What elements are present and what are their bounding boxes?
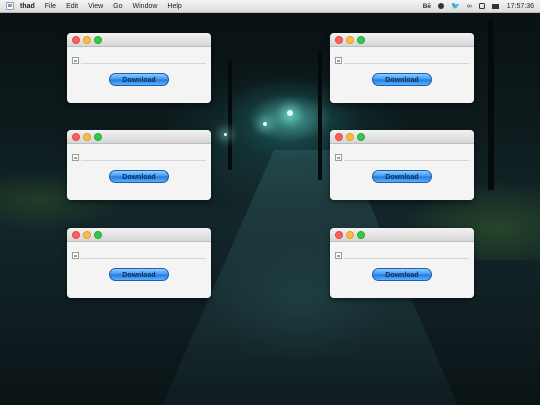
wallpaper-tree — [488, 20, 494, 190]
window-titlebar[interactable] — [330, 33, 474, 47]
menu-view[interactable]: View — [88, 3, 103, 10]
maximize-window-button[interactable] — [357, 132, 365, 141]
broken-image-icon — [72, 57, 79, 64]
download-button[interactable]: Download — [109, 73, 169, 86]
broken-image-icon — [72, 252, 79, 259]
window-titlebar[interactable] — [67, 228, 211, 242]
download-button[interactable]: Download — [372, 170, 432, 183]
apple-menu-icon[interactable] — [6, 2, 14, 10]
menu-edit[interactable]: Edit — [66, 3, 78, 10]
download-window: Download — [67, 33, 211, 103]
wallpaper-streetlamp — [287, 110, 293, 116]
menu-clock[interactable]: 17:57:36 — [507, 3, 534, 10]
broken-image-icon — [72, 154, 79, 161]
menu-help[interactable]: Help — [167, 3, 181, 10]
close-window-button[interactable] — [72, 35, 80, 44]
broken-image-icon — [335, 154, 342, 161]
minimize-window-button[interactable] — [83, 132, 91, 141]
window-content: Download — [330, 47, 474, 103]
divider — [81, 63, 206, 64]
close-window-button[interactable] — [335, 35, 343, 44]
download-window: Download — [67, 228, 211, 298]
twitter-icon[interactable]: 🐦 — [451, 2, 460, 10]
minimize-window-button[interactable] — [83, 230, 91, 239]
divider — [81, 258, 206, 259]
window-titlebar[interactable] — [330, 130, 474, 144]
wallpaper-tree — [228, 60, 232, 170]
wallpaper-streetlamp — [263, 122, 267, 126]
window-content: Download — [67, 144, 211, 200]
behance-icon[interactable]: Bē — [423, 3, 431, 10]
maximize-window-button[interactable] — [94, 132, 102, 141]
divider — [81, 160, 206, 161]
minimize-window-button[interactable] — [346, 132, 354, 141]
mail-icon[interactable] — [491, 3, 499, 9]
download-button[interactable]: Download — [109, 170, 169, 183]
menu-window[interactable]: Window — [133, 3, 158, 10]
menu-file[interactable]: File — [45, 3, 56, 10]
window-content: Download — [67, 47, 211, 103]
menu-app-name[interactable]: thad — [20, 3, 35, 10]
dribbble-icon[interactable] — [438, 3, 445, 9]
broken-image-icon — [335, 252, 342, 259]
download-window: Download — [67, 130, 211, 200]
window-titlebar[interactable] — [330, 228, 474, 242]
wallpaper-streetlamp — [224, 133, 227, 136]
divider — [344, 160, 469, 161]
minimize-window-button[interactable] — [346, 230, 354, 239]
instagram-icon[interactable] — [478, 3, 485, 9]
download-button[interactable]: Download — [372, 73, 432, 86]
download-window: Download — [330, 33, 474, 103]
minimize-window-button[interactable] — [346, 35, 354, 44]
download-window: Download — [330, 130, 474, 200]
divider — [344, 63, 469, 64]
maximize-window-button[interactable] — [94, 35, 102, 44]
close-window-button[interactable] — [72, 132, 80, 141]
download-window: Download — [330, 228, 474, 298]
menu-bar: thad File Edit View Go Window Help Bē 🐦 … — [0, 0, 540, 13]
maximize-window-button[interactable] — [357, 230, 365, 239]
close-window-button[interactable] — [72, 230, 80, 239]
window-content: Download — [67, 242, 211, 298]
status-area: Bē 🐦 ∞ 17:57:36 — [416, 2, 540, 11]
download-button[interactable]: Download — [372, 268, 432, 281]
window-titlebar[interactable] — [67, 33, 211, 47]
menu-go[interactable]: Go — [113, 3, 122, 10]
maximize-window-button[interactable] — [357, 35, 365, 44]
minimize-window-button[interactable] — [83, 35, 91, 44]
window-content: Download — [330, 144, 474, 200]
flickr-icon[interactable]: ∞ — [467, 3, 472, 10]
window-titlebar[interactable] — [67, 130, 211, 144]
close-window-button[interactable] — [335, 132, 343, 141]
maximize-window-button[interactable] — [94, 230, 102, 239]
window-content: Download — [330, 242, 474, 298]
broken-image-icon — [335, 57, 342, 64]
close-window-button[interactable] — [335, 230, 343, 239]
divider — [344, 258, 469, 259]
wallpaper-tree — [318, 50, 322, 180]
download-button[interactable]: Download — [109, 268, 169, 281]
